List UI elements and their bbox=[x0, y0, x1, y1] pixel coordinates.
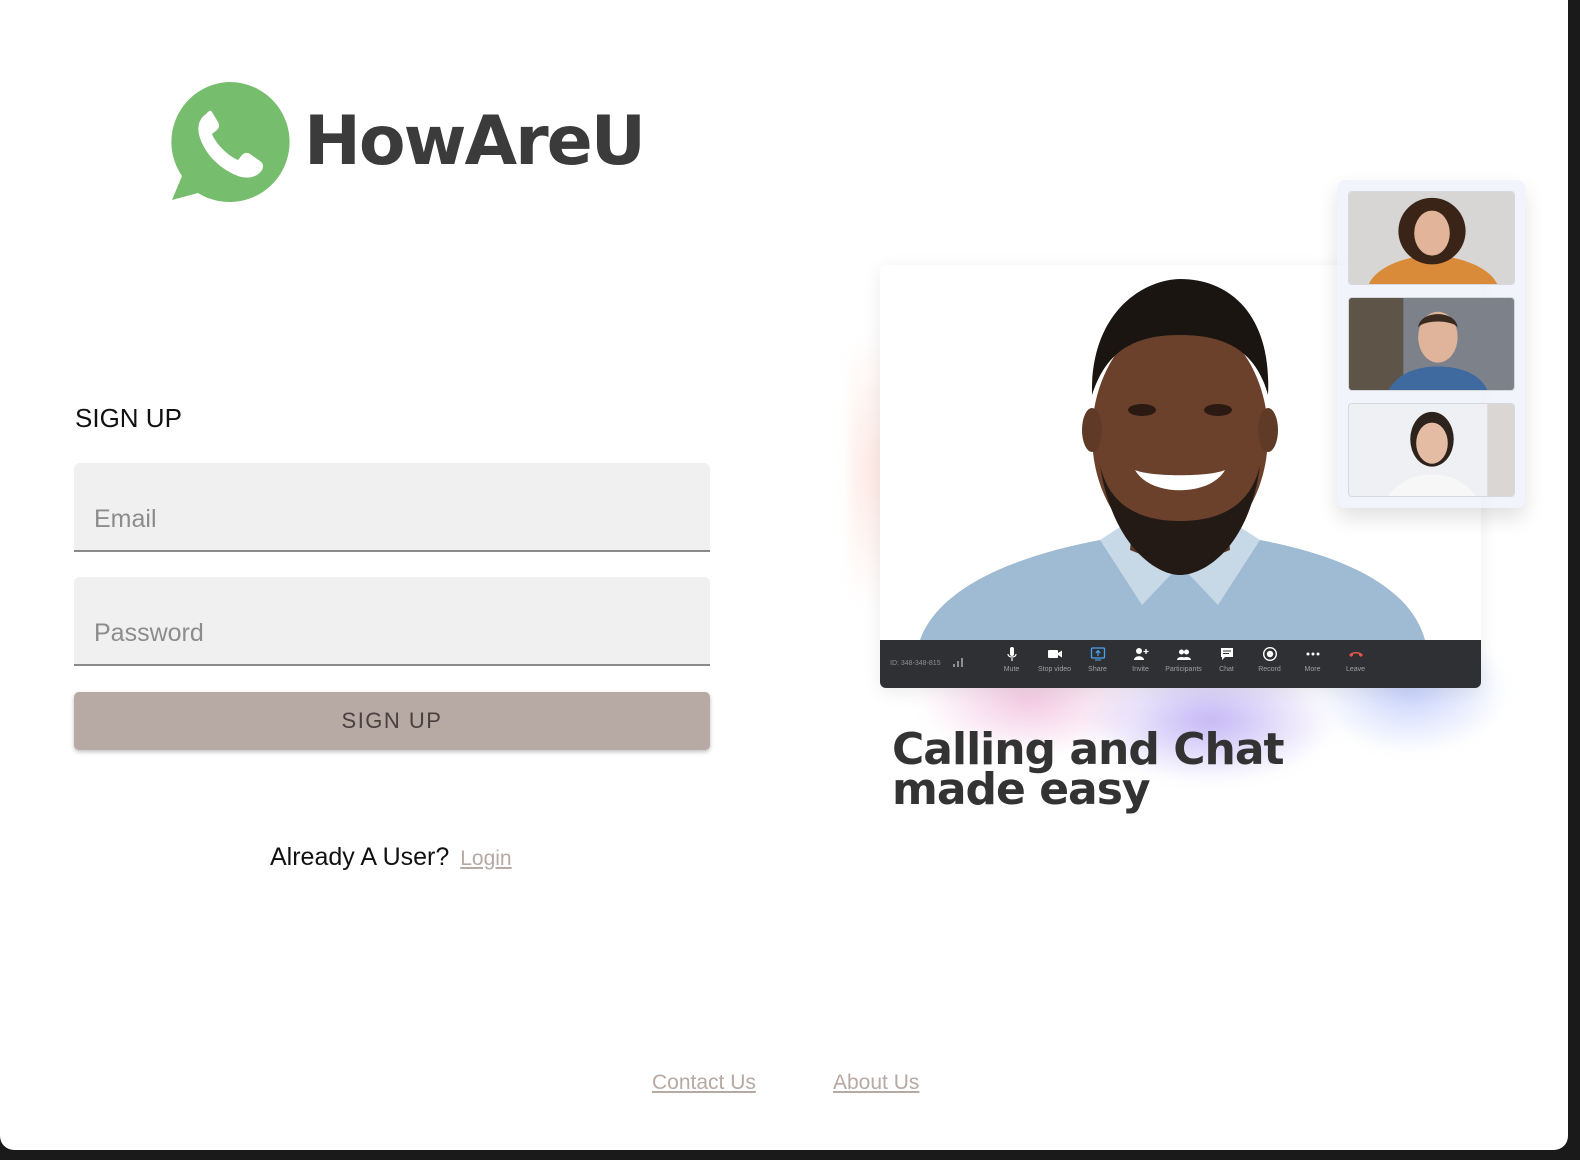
password-field bbox=[74, 577, 710, 666]
form-title: SIGN UP bbox=[75, 403, 182, 433]
share-screen-icon bbox=[1090, 647, 1105, 661]
participant-thumbnails bbox=[1337, 180, 1525, 508]
password-input[interactable] bbox=[74, 577, 710, 664]
video-camera-icon bbox=[1047, 650, 1062, 658]
share-tool: Share bbox=[1076, 646, 1119, 673]
leave-tool: Leave bbox=[1334, 646, 1377, 673]
tagline-headline: Calling and Chat made easy bbox=[892, 728, 1285, 815]
chat-icon bbox=[1220, 648, 1233, 660]
participant-thumbnail bbox=[1348, 191, 1515, 285]
record-tool: Record bbox=[1248, 646, 1291, 673]
signal-strength-icon bbox=[953, 658, 963, 667]
chat-tool: Chat bbox=[1205, 646, 1248, 673]
more-tool: More bbox=[1291, 646, 1334, 673]
signup-page: HowAreU SIGN UP SIGN UP Already A User? … bbox=[0, 0, 1568, 1150]
email-field bbox=[74, 463, 710, 552]
mute-tool: Mute bbox=[990, 646, 1033, 673]
invite-user-icon bbox=[1133, 648, 1148, 660]
participants-tool: Participants bbox=[1162, 646, 1205, 673]
participant-thumbnail bbox=[1348, 403, 1515, 497]
microphone-icon bbox=[1006, 647, 1017, 661]
contact-us-link[interactable]: Contact Us bbox=[652, 1071, 756, 1095]
participant-thumbnail bbox=[1348, 297, 1515, 391]
participant-image bbox=[1349, 298, 1514, 390]
login-prompt-text: Already A User? bbox=[270, 843, 450, 871]
tagline-line-2: made easy bbox=[892, 764, 1151, 815]
call-toolbar: ID: 348-348-815 Mute Stop video Share In… bbox=[880, 640, 1481, 688]
sign-up-button[interactable]: SIGN UP bbox=[74, 692, 710, 750]
about-us-link[interactable]: About Us bbox=[833, 1071, 919, 1095]
phone-chat-bubble-icon bbox=[171, 81, 290, 202]
more-dots-icon bbox=[1306, 652, 1319, 656]
login-link[interactable]: Login bbox=[460, 847, 511, 870]
participant-image bbox=[1349, 404, 1514, 496]
invite-tool: Invite bbox=[1119, 646, 1162, 673]
stop-video-tool: Stop video bbox=[1033, 646, 1076, 673]
leave-call-icon bbox=[1348, 652, 1363, 657]
participants-icon bbox=[1176, 649, 1191, 660]
meeting-id: ID: 348-348-815 bbox=[890, 660, 941, 667]
login-prompt: Already A User? Login bbox=[270, 843, 512, 872]
brand-name: HowAreU bbox=[304, 101, 646, 181]
record-icon bbox=[1262, 646, 1277, 662]
participant-image bbox=[1349, 192, 1514, 284]
email-input[interactable] bbox=[74, 463, 710, 550]
brand-logo: HowAreU bbox=[166, 80, 646, 202]
toolbar-buttons: Mute Stop video Share Invite Participant… bbox=[990, 646, 1377, 673]
